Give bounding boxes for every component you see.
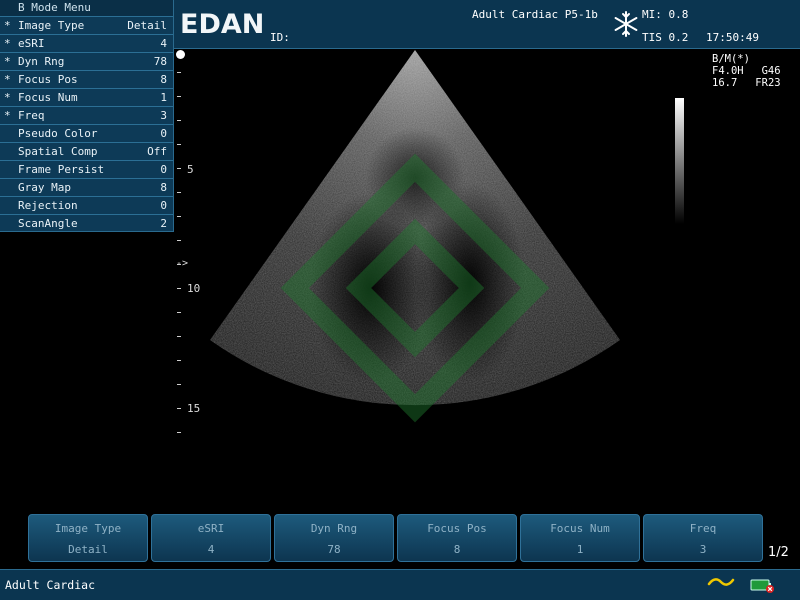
menu-item-label: Focus Num xyxy=(18,91,78,104)
softkey-label: Focus Pos xyxy=(427,522,487,535)
top-header: EDAN ID: Adult Cardiac P5-1b MI: 0.8 TIS… xyxy=(174,0,800,49)
softkey-label: Freq xyxy=(689,522,717,535)
softkey-value: 4 xyxy=(207,543,215,556)
menu-item-label: Pseudo Color xyxy=(18,127,98,140)
menu-item-value: 4 xyxy=(160,37,167,50)
menu-item-label: Freq xyxy=(18,109,45,122)
imaging-mode: B/M(*) xyxy=(712,53,750,65)
ultrasound-image[interactable] xyxy=(180,48,640,458)
softkey-label: Focus Num xyxy=(550,522,610,535)
mechanical-index: MI: 0.8 xyxy=(642,8,689,21)
menu-item-value: 78 xyxy=(153,55,167,68)
menu-item-value: 0 xyxy=(160,163,167,176)
grayscale-bar xyxy=(675,98,684,224)
softkey-button[interactable]: eSRI 4 xyxy=(151,514,271,562)
softkey-button[interactable]: Image Type Detail xyxy=(28,514,148,562)
menu-item-value: Off xyxy=(147,145,167,158)
menu-item[interactable]: ScanAngle 2 xyxy=(0,214,173,232)
menu-item[interactable]: Frame Persist 0 xyxy=(0,160,173,178)
status-bar: Adult Cardiac xyxy=(0,569,800,600)
menu-item-value: 2 xyxy=(160,217,167,230)
menu-item-value: 8 xyxy=(160,181,167,194)
menu-title: B Mode Menu xyxy=(0,0,173,16)
menu-item[interactable]: * eSRI 4 xyxy=(0,34,173,52)
softkey-value: 8 xyxy=(453,543,461,556)
softkey-value: 3 xyxy=(699,543,707,556)
battery-icon xyxy=(750,579,774,593)
menu-item-value: 3 xyxy=(160,109,167,122)
menu-item-label: Image Type xyxy=(18,19,85,32)
menu-item-value: 8 xyxy=(160,73,167,86)
menu-item-value: 0 xyxy=(160,127,167,140)
menu-item[interactable]: Spatial Comp Off xyxy=(0,142,173,160)
softkey-label: Image Type xyxy=(54,522,122,535)
wave-icon xyxy=(707,578,735,586)
menu-item-label: Focus Pos xyxy=(18,73,78,86)
menu-item-label: Dyn Rng xyxy=(18,55,65,68)
brand-logo: EDAN xyxy=(180,9,265,40)
menu-item-label: Rejection xyxy=(18,199,78,212)
softkey-label: eSRI xyxy=(197,522,225,535)
softkey-page-indicator[interactable]: 1/2 xyxy=(768,545,789,560)
adjustable-marker: * xyxy=(4,91,11,104)
menu-item-label: eSRI xyxy=(18,37,45,50)
patient-id-label: ID: xyxy=(270,31,290,44)
menu-item[interactable]: Rejection 0 xyxy=(0,196,173,214)
gain-value: G46 xyxy=(761,65,781,77)
softkey-button[interactable]: Freq 3 xyxy=(643,514,763,562)
softkey-value: Detail xyxy=(68,543,108,556)
b-mode-menu: B Mode Menu * Image Type Detail * eSRI 4 * Dyn … xyxy=(0,0,174,232)
menu-item[interactable]: * Dyn Rng 78 xyxy=(0,52,173,70)
thermal-index: TIS 0.2 xyxy=(642,31,689,44)
adjustable-marker: * xyxy=(4,19,11,32)
exam-preset: Adult Cardiac P5-1b xyxy=(472,8,598,21)
menu-item-label: Gray Map xyxy=(18,181,71,194)
softkey-button[interactable]: Focus Pos 8 xyxy=(397,514,517,562)
image-parameters: B/M(*) F4.0H G46 16.7 FR23 xyxy=(712,53,781,89)
menu-item-label: Frame Persist xyxy=(18,163,105,176)
adjustable-marker: * xyxy=(4,109,11,122)
menu-item[interactable]: * Focus Pos 8 xyxy=(0,70,173,88)
adjustable-marker: * xyxy=(4,55,11,68)
softkey-button[interactable]: Focus Num 1 xyxy=(520,514,640,562)
depth-value: 16.7 xyxy=(712,77,738,89)
softkey-value: 78 xyxy=(327,543,341,556)
menu-item-label: ScanAngle xyxy=(18,217,78,230)
softkey-value: 1 xyxy=(576,543,584,556)
menu-item[interactable]: Pseudo Color 0 xyxy=(0,124,173,142)
menu-item[interactable]: Gray Map 8 xyxy=(0,178,173,196)
frequency-value: F4.0H xyxy=(712,65,744,77)
menu-item[interactable]: * Freq 3 xyxy=(0,106,173,124)
softkey-label: Dyn Rng xyxy=(310,522,358,535)
menu-item[interactable]: * Image Type Detail xyxy=(0,16,173,34)
menu-item[interactable]: * Focus Num 1 xyxy=(0,88,173,106)
menu-item-value: 1 xyxy=(160,91,167,104)
adjustable-marker: * xyxy=(4,73,11,86)
menu-item-label: Spatial Comp xyxy=(18,145,98,158)
menu-item-value: 0 xyxy=(160,199,167,212)
softkey-button[interactable]: Dyn Rng 78 xyxy=(274,514,394,562)
menu-item-value: Detail xyxy=(127,19,167,32)
adjustable-marker: * xyxy=(4,37,11,50)
snowflake-freeze-icon xyxy=(614,11,638,37)
frame-rate-value: FR23 xyxy=(755,77,781,89)
clock-time: 17:50:49 xyxy=(706,31,759,44)
status-preset: Adult Cardiac xyxy=(5,578,96,592)
